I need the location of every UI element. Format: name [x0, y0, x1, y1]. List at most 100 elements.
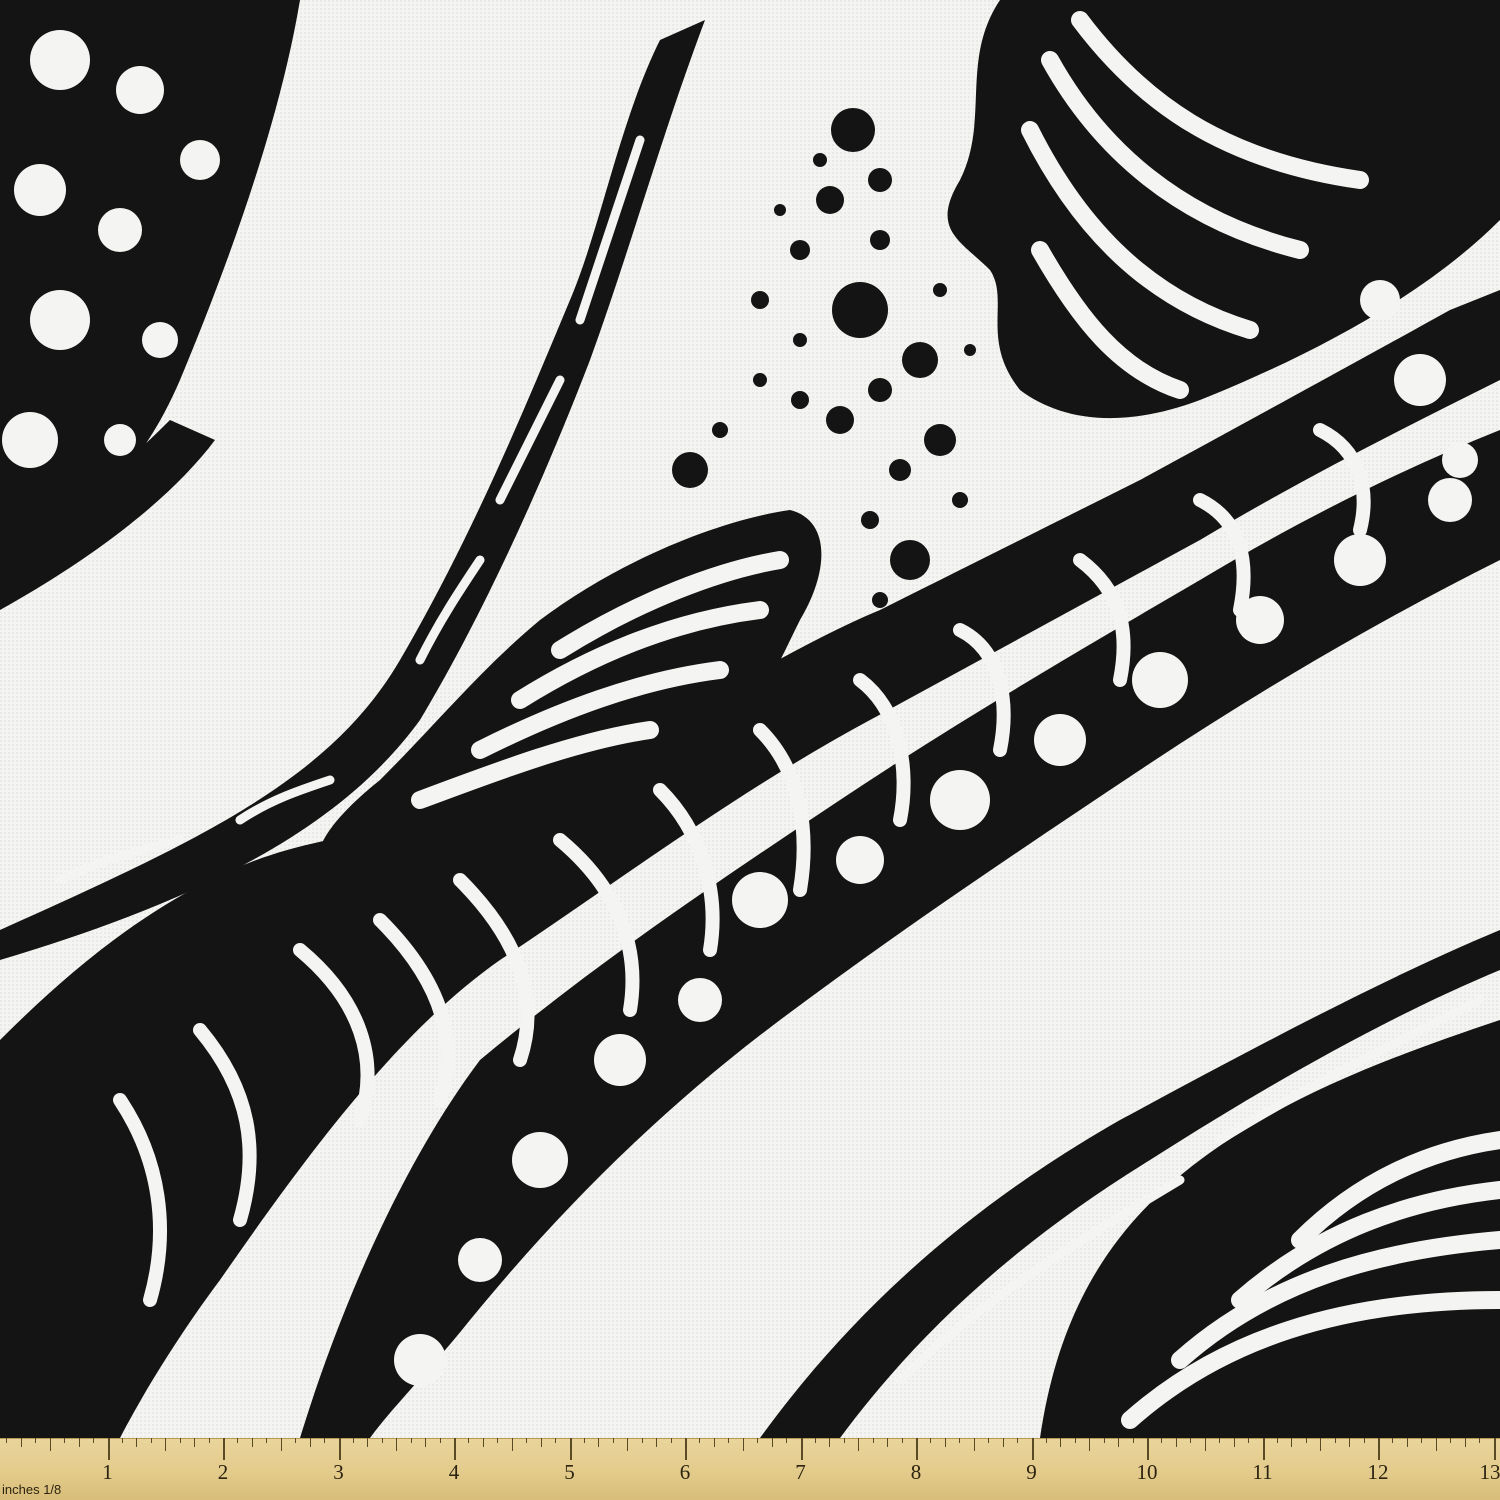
- ruler-tick: [1421, 1438, 1423, 1443]
- ruler-tick: [1233, 1438, 1235, 1447]
- ruler-tick: [1464, 1438, 1466, 1447]
- ruler-tick: [1017, 1438, 1019, 1443]
- ruler-tick: [454, 1438, 456, 1460]
- ruler-tick: [49, 1438, 51, 1451]
- ruler-tick: [670, 1438, 672, 1443]
- ruler-tick: [944, 1438, 946, 1447]
- ruler-tick: [64, 1438, 66, 1443]
- ruler-tick: [1334, 1438, 1336, 1443]
- ruler-tick: [136, 1438, 138, 1447]
- ruler-tick: [627, 1438, 629, 1451]
- ruler-tick: [1291, 1438, 1293, 1447]
- ruler-tick: [165, 1438, 167, 1451]
- ruler-number: 1: [102, 1460, 113, 1484]
- ruler-tick: [468, 1438, 470, 1443]
- ruler-tick: [641, 1438, 643, 1443]
- ruler-number: 8: [910, 1460, 922, 1484]
- ruler-tick: [309, 1438, 311, 1447]
- ruler-tick: [598, 1438, 600, 1447]
- ruler-number: 4: [448, 1460, 460, 1484]
- ruler-tick: [555, 1438, 557, 1443]
- ruler-tick: [930, 1438, 932, 1443]
- ruler-tick: [410, 1438, 412, 1443]
- ruler-tick: [901, 1438, 903, 1443]
- ruler-tick: [742, 1438, 744, 1451]
- ruler-tick: [1378, 1438, 1380, 1460]
- ruler-tick: [1132, 1438, 1134, 1443]
- ruler-tick: [829, 1438, 831, 1447]
- ruler-tick: [266, 1438, 268, 1443]
- ruler-tick: [251, 1438, 253, 1447]
- ruler-tick: [656, 1438, 658, 1447]
- ruler-tick: [223, 1438, 225, 1460]
- ruler-tick: [1479, 1438, 1481, 1443]
- ruler-tick: [1262, 1438, 1265, 1460]
- ruler-number: 10: [1136, 1460, 1158, 1484]
- ruler-tick: [1435, 1438, 1437, 1451]
- ruler-tick: [381, 1438, 383, 1443]
- ruler-tick: [786, 1438, 788, 1443]
- ruler-number: 2: [217, 1460, 229, 1484]
- ruler-tick: [338, 1438, 341, 1460]
- ruler-tick: [194, 1438, 196, 1447]
- ruler-tick: [858, 1438, 860, 1451]
- ruler-tick: [1002, 1438, 1004, 1447]
- ruler-number: 11: [1252, 1460, 1273, 1484]
- ruler-number: 6: [679, 1460, 691, 1484]
- ruler-tick: [1320, 1438, 1322, 1451]
- ruler-tick: [324, 1438, 326, 1443]
- ruler-unit-label: inches 1/8: [2, 1482, 62, 1497]
- ruler-tick: [973, 1438, 975, 1451]
- ruler-tick: [612, 1438, 614, 1443]
- ruler-tick: [1161, 1438, 1163, 1443]
- ruler-tick: [93, 1438, 95, 1443]
- ruler-tick: [1305, 1438, 1307, 1443]
- ruler-tick: [121, 1438, 123, 1443]
- ruler-tick: [352, 1438, 354, 1443]
- ruler-tick: [107, 1438, 110, 1460]
- ruler-tick: [1493, 1438, 1496, 1460]
- ruler-tick: [78, 1438, 80, 1447]
- ruler-tick: [1074, 1438, 1076, 1443]
- ruler-tick: [6, 1438, 8, 1443]
- ruler-tick: [771, 1438, 773, 1447]
- ruler-tick: [511, 1438, 513, 1451]
- ruler-tick: [959, 1438, 961, 1443]
- ruler-tick: [887, 1438, 889, 1447]
- ruler-tick: [1147, 1438, 1149, 1460]
- ruler-tick: [685, 1438, 687, 1460]
- ruler-tick: [20, 1438, 22, 1447]
- ruler-tick: [497, 1438, 499, 1443]
- ruler-number: 12: [1367, 1460, 1389, 1484]
- ruler-tick: [699, 1438, 701, 1443]
- ruler-tick: [208, 1438, 210, 1443]
- ruler-tick: [540, 1438, 542, 1447]
- ruler-tick: [35, 1438, 37, 1443]
- ruler-tick: [179, 1438, 181, 1443]
- ruler-tick: [526, 1438, 528, 1443]
- ruler-tick: [1089, 1438, 1091, 1451]
- ruler-tick: [916, 1438, 918, 1460]
- ruler-tick: [1248, 1438, 1250, 1443]
- fabric-pattern: [0, 0, 1500, 1500]
- ruler-tick: [569, 1438, 572, 1460]
- ruler-tick: [1219, 1438, 1221, 1443]
- ruler-tick: [1363, 1438, 1365, 1443]
- ruler-tick: [1060, 1438, 1062, 1447]
- ruler-number: 7: [795, 1460, 806, 1484]
- ruler-tick: [988, 1438, 990, 1443]
- ruler-tick: [1204, 1438, 1206, 1451]
- ruler-number: 5: [564, 1460, 575, 1484]
- ruler-tick: [1349, 1438, 1351, 1447]
- ruler-tick: [367, 1438, 369, 1447]
- ruler-tick: [425, 1438, 427, 1447]
- ruler-tick: [439, 1438, 441, 1443]
- ruler-number: 3: [333, 1460, 344, 1484]
- ruler-tick: [1031, 1438, 1034, 1460]
- ruler-number: 9: [1026, 1460, 1037, 1484]
- ruler-tick: [757, 1438, 759, 1443]
- ruler-tick: [713, 1438, 715, 1447]
- ruler-tick: [1392, 1438, 1394, 1443]
- ruler-tick: [1045, 1438, 1047, 1443]
- ruler-tick: [1103, 1438, 1105, 1443]
